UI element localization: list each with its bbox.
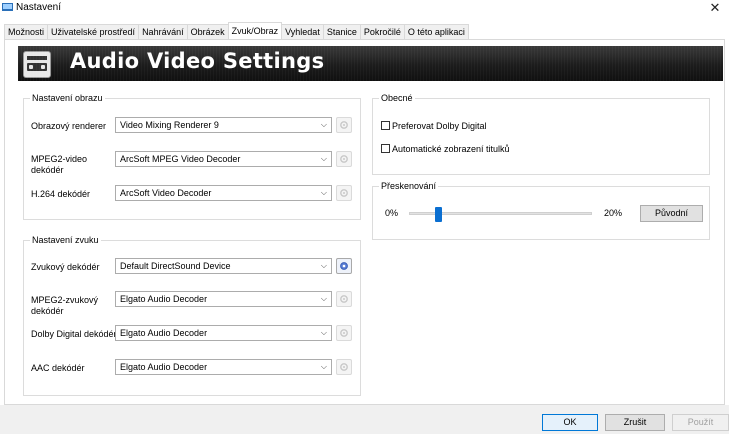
gear-icon: [340, 262, 348, 270]
mpeg2-audio-decoder-select[interactable]: Elgato Audio Decoder ⌵: [115, 291, 332, 307]
banner: Audio Video Settings: [18, 46, 723, 81]
skip-max-label: 20%: [604, 208, 623, 218]
reset-button[interactable]: Původní: [640, 205, 703, 222]
prefer-dolby-digital-checkbox[interactable]: [381, 121, 390, 130]
chevron-down-icon: ⌵: [320, 294, 327, 303]
h264-decoder-label: H.264 dekódér: [31, 189, 91, 199]
chevron-down-icon: ⌵: [320, 362, 327, 371]
audio-decoder-label: Zvukový dekódér: [31, 262, 100, 272]
audio-settings-legend: Nastavení zvuku: [30, 235, 101, 246]
aac-decoder-value: Elgato Audio Decoder: [120, 362, 208, 372]
video-renderer-value: Video Mixing Renderer 9: [120, 120, 219, 130]
chevron-down-icon: ⌵: [320, 120, 327, 129]
video-renderer-settings-button[interactable]: [336, 117, 352, 133]
video-renderer-select[interactable]: Video Mixing Renderer 9 ⌵: [115, 117, 332, 133]
tab-audio-video[interactable]: Zvuk/Obraz: [227, 22, 283, 39]
h264-decoder-value: ArcSoft Video Decoder: [120, 188, 212, 198]
auto-subtitles-label: Automatické zobrazení titulků: [392, 144, 510, 154]
gear-icon: [340, 155, 348, 163]
cancel-button[interactable]: Zrušit: [605, 414, 665, 431]
aac-decoder-label: AAC dekódér: [31, 363, 85, 373]
tab-recording[interactable]: Nahrávání: [138, 24, 188, 39]
auto-subtitles-checkbox[interactable]: [381, 144, 390, 153]
general-group: Obecné: [372, 93, 710, 175]
general-legend: Obecné: [379, 93, 415, 104]
title-bar: Nastavení ✕: [0, 0, 729, 20]
mpeg2-video-decoder-select[interactable]: ArcSoft MPEG Video Decoder ⌵: [115, 151, 332, 167]
apply-button[interactable]: Použít: [672, 414, 729, 431]
tab-picture[interactable]: Obrázek: [186, 24, 229, 39]
tab-about[interactable]: O této aplikaci: [403, 24, 469, 39]
skip-min-label: 0%: [385, 208, 399, 218]
mpeg2-audio-decoder-label: MPEG2-zvukový dekódér: [31, 295, 99, 316]
mpeg2-video-decoder-settings-button[interactable]: [336, 151, 352, 167]
gear-icon: [340, 363, 348, 371]
skip-slider-thumb[interactable]: [435, 207, 442, 222]
window-title: Nastavení: [16, 2, 62, 13]
mpeg2-audio-decoder-value: Elgato Audio Decoder: [120, 294, 208, 304]
chevron-down-icon: ⌵: [320, 188, 327, 197]
dolby-digital-decoder-select[interactable]: Elgato Audio Decoder ⌵: [115, 325, 332, 341]
video-renderer-label: Obrazový renderer: [31, 121, 107, 131]
h264-decoder-settings-button[interactable]: [336, 185, 352, 201]
tab-search[interactable]: Vyhledat: [281, 24, 324, 39]
gear-icon: [340, 295, 348, 303]
image-settings-legend: Nastavení obrazu: [30, 93, 105, 104]
tab-user-interface[interactable]: Uživatelské prostředí: [47, 24, 140, 39]
gear-icon: [340, 189, 348, 197]
aac-decoder-settings-button[interactable]: [336, 359, 352, 375]
gear-icon: [340, 121, 348, 129]
av-device-icon: [23, 51, 51, 78]
tab-advanced[interactable]: Pokročilé: [359, 24, 405, 39]
audio-decoder-settings-button[interactable]: [336, 258, 352, 274]
h264-decoder-select[interactable]: ArcSoft Video Decoder ⌵: [115, 185, 332, 201]
tab-strip: Možnosti Uživatelské prostředí Nahrávání…: [4, 22, 469, 39]
close-icon: ✕: [709, 0, 721, 15]
prefer-dolby-digital-label: Preferovat Dolby Digital: [392, 121, 487, 131]
chevron-down-icon: ⌵: [320, 154, 327, 163]
audio-decoder-value: Default DirectSound Device: [120, 261, 231, 271]
mpeg2-audio-decoder-settings-button[interactable]: [336, 291, 352, 307]
skip-legend: Přeskenování: [379, 181, 439, 192]
aac-decoder-select[interactable]: Elgato Audio Decoder ⌵: [115, 359, 332, 375]
dolby-digital-decoder-value: Elgato Audio Decoder: [120, 328, 208, 338]
chevron-down-icon: ⌵: [320, 261, 327, 270]
tab-channels[interactable]: Stanice: [322, 24, 361, 39]
mpeg2-video-decoder-value: ArcSoft MPEG Video Decoder: [120, 154, 241, 164]
banner-title: Audio Video Settings: [70, 49, 325, 73]
tab-options[interactable]: Možnosti: [4, 24, 49, 39]
audio-decoder-select[interactable]: Default DirectSound Device ⌵: [115, 258, 332, 274]
dolby-digital-decoder-settings-button[interactable]: [336, 325, 352, 341]
chevron-down-icon: ⌵: [320, 328, 327, 337]
ok-button[interactable]: OK: [542, 414, 598, 431]
dolby-digital-decoder-label: Dolby Digital dekódér: [31, 329, 117, 339]
gear-icon: [340, 329, 348, 337]
mpeg2-video-decoder-label: MPEG2-video dekódér: [31, 154, 88, 175]
app-icon: [2, 3, 13, 11]
close-button[interactable]: ✕: [707, 0, 723, 16]
